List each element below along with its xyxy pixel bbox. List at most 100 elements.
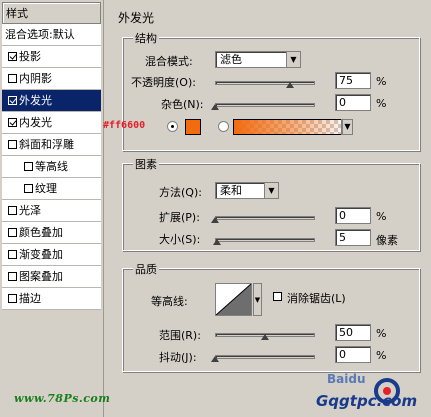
jitter-label: 抖动(J): xyxy=(159,351,197,364)
blend-mode-label: 混合模式: xyxy=(145,55,193,68)
chevron-down-icon: ▼ xyxy=(286,52,300,67)
solid-color-radio[interactable] xyxy=(167,121,178,132)
range-unit: % xyxy=(376,327,387,340)
style-checkbox[interactable] xyxy=(8,228,17,237)
range-input[interactable]: 50 xyxy=(335,324,371,341)
style-item[interactable]: 等高线 xyxy=(2,156,101,178)
size-unit: 像素 xyxy=(376,234,398,247)
antialias-label: 消除锯齿(L) xyxy=(287,292,346,305)
style-checkbox[interactable] xyxy=(8,52,17,61)
opacity-slider-thumb[interactable] xyxy=(286,82,294,88)
size-slider-track[interactable] xyxy=(215,238,315,242)
elements-title: 图素 xyxy=(133,156,159,172)
spread-input[interactable]: 0 xyxy=(335,207,371,224)
style-item[interactable]: 外发光 xyxy=(2,90,101,112)
noise-slider-track[interactable] xyxy=(215,103,315,107)
spread-slider-track[interactable] xyxy=(215,216,315,220)
style-checkbox[interactable] xyxy=(8,294,17,303)
range-slider-thumb[interactable] xyxy=(261,334,269,340)
style-item-label: 等高线 xyxy=(35,160,68,173)
style-item[interactable]: 纹理 xyxy=(2,178,101,200)
contour-label: 等高线: xyxy=(151,295,188,308)
style-item-label: 纹理 xyxy=(35,182,57,195)
style-checkbox[interactable] xyxy=(8,206,17,215)
noise-unit: % xyxy=(376,97,387,110)
styles-list: 样式 混合选项:默认投影内阴影外发光内发光斜面和浮雕等高线纹理光泽颜色叠加渐变叠… xyxy=(0,0,104,417)
style-item[interactable]: 投影 xyxy=(2,46,101,68)
method-label: 方法(Q): xyxy=(159,186,202,199)
style-item-label: 渐变叠加 xyxy=(19,248,63,261)
site-watermark-right: Gqgtpc.com xyxy=(316,392,418,410)
style-checkbox[interactable] xyxy=(24,162,33,171)
style-item-label: 内发光 xyxy=(19,116,52,129)
opacity-input[interactable]: 75 xyxy=(335,72,371,89)
spread-label: 扩展(P): xyxy=(159,211,200,224)
style-item-label: 内阴影 xyxy=(19,72,52,85)
style-item[interactable]: 渐变叠加 xyxy=(2,244,101,266)
style-checkbox[interactable] xyxy=(8,272,17,281)
style-item[interactable]: 内阴影 xyxy=(2,68,101,90)
style-item[interactable]: 内发光 xyxy=(2,112,101,134)
noise-input[interactable]: 0 xyxy=(335,94,371,111)
outer-glow-panel: 外发光 结构 混合模式: 滤色 ▼ 不透明度(O): 75 % 杂色(N): 0… xyxy=(108,4,424,376)
style-item[interactable]: 颜色叠加 xyxy=(2,222,101,244)
style-checkbox[interactable] xyxy=(8,140,17,149)
jitter-slider-thumb[interactable] xyxy=(211,356,219,362)
jitter-slider-track[interactable] xyxy=(215,355,315,359)
contour-picker[interactable] xyxy=(215,283,252,316)
quality-title: 品质 xyxy=(133,261,159,277)
style-item-label: 图案叠加 xyxy=(19,270,63,283)
style-item-label: 外发光 xyxy=(19,94,52,107)
style-item[interactable]: 混合选项:默认 xyxy=(2,24,101,46)
noise-slider-thumb[interactable] xyxy=(211,104,219,110)
style-item-label: 投影 xyxy=(19,50,41,63)
style-item-label: 颜色叠加 xyxy=(19,226,63,239)
style-item[interactable]: 斜面和浮雕 xyxy=(2,134,101,156)
style-item[interactable]: 图案叠加 xyxy=(2,266,101,288)
baidu-watermark: Baidu xyxy=(327,372,366,386)
style-item-label: 斜面和浮雕 xyxy=(19,138,74,151)
blend-mode-select[interactable]: 滤色 ▼ xyxy=(215,51,301,68)
style-item-label: 描边 xyxy=(19,292,41,305)
site-watermark-left: www.78Ps.com xyxy=(14,392,111,405)
size-label: 大小(S): xyxy=(159,233,201,246)
quality-group: 品质 等高线: ▼ 消除锯齿(L) 范围(R): 50 % 抖动(J): 0 % xyxy=(122,261,420,372)
gradient-radio[interactable] xyxy=(218,121,229,132)
panel-title: 外发光 xyxy=(118,11,155,25)
method-value: 柔和 xyxy=(220,184,242,197)
blend-mode-value: 滤色 xyxy=(220,53,242,66)
style-checkbox[interactable] xyxy=(8,74,17,83)
contour-dropdown[interactable]: ▼ xyxy=(253,283,262,316)
chevron-down-icon: ▼ xyxy=(254,296,261,304)
glow-gradient-picker[interactable] xyxy=(233,119,351,135)
style-checkbox[interactable] xyxy=(8,96,17,105)
jitter-unit: % xyxy=(376,349,387,362)
chevron-down-icon: ▼ xyxy=(342,120,352,134)
noise-label: 杂色(N): xyxy=(161,98,204,111)
style-item-label: 混合选项:默认 xyxy=(5,28,75,41)
range-label: 范围(R): xyxy=(159,329,201,342)
style-checkbox[interactable] xyxy=(8,118,17,127)
style-item[interactable]: 描边 xyxy=(2,288,101,310)
glow-color-swatch[interactable] xyxy=(185,119,201,135)
spread-slider-thumb[interactable] xyxy=(211,217,219,223)
method-select[interactable]: 柔和 ▼ xyxy=(215,182,279,199)
size-slider-thumb[interactable] xyxy=(213,239,221,245)
structure-title: 结构 xyxy=(133,30,159,46)
color-hex-annotation: #ff6600 xyxy=(103,120,146,131)
style-checkbox[interactable] xyxy=(24,184,33,193)
elements-group: 图素 方法(Q): 柔和 ▼ 扩展(P): 0 % 大小(S): 5 像素 xyxy=(122,156,420,251)
style-checkbox[interactable] xyxy=(8,250,17,259)
style-item-label: 光泽 xyxy=(19,204,41,217)
opacity-slider-track[interactable] xyxy=(215,81,315,85)
contour-curve-icon xyxy=(215,283,252,316)
antialias-checkbox[interactable] xyxy=(273,292,282,301)
gradient-dropdown[interactable]: ▼ xyxy=(341,119,353,135)
jitter-input[interactable]: 0 xyxy=(335,346,371,363)
styles-header[interactable]: 样式 xyxy=(2,2,101,24)
chevron-down-icon: ▼ xyxy=(264,183,278,198)
spread-unit: % xyxy=(376,210,387,223)
structure-group: 结构 混合模式: 滤色 ▼ 不透明度(O): 75 % 杂色(N): 0 % ▼ xyxy=(122,30,420,151)
style-item[interactable]: 光泽 xyxy=(2,200,101,222)
size-input[interactable]: 5 xyxy=(335,229,371,246)
